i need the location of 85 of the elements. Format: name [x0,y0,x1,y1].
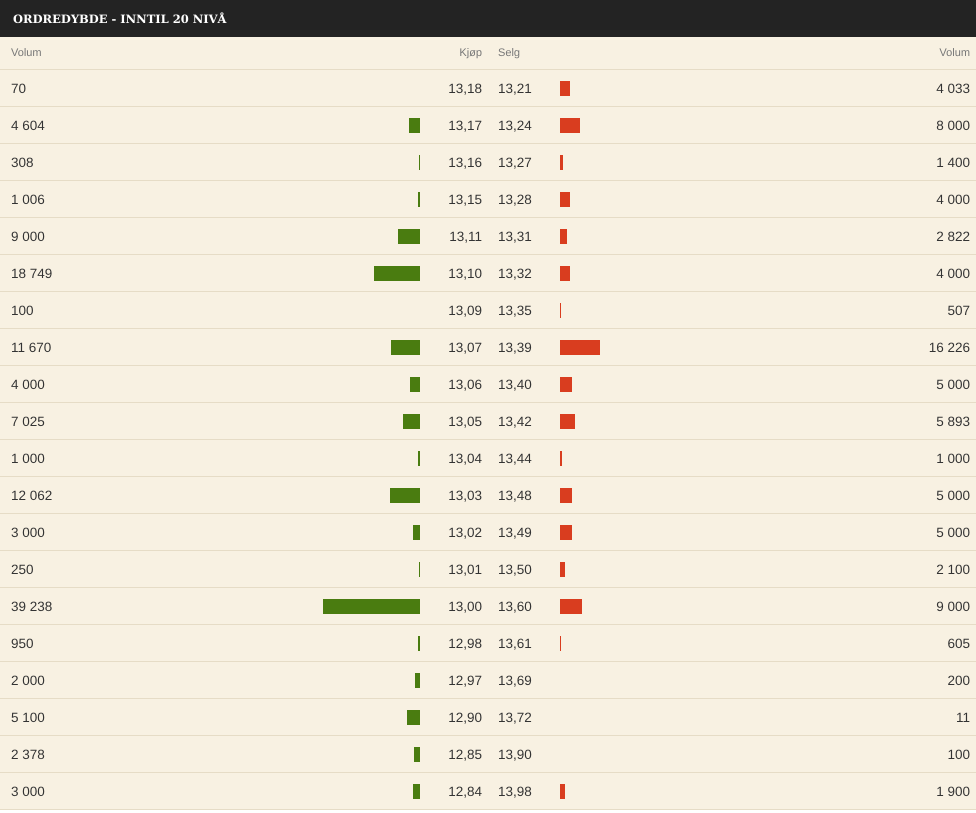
table-cell-text: 13,05 [447,414,482,428]
table-cell-text: 13,69 [498,672,533,688]
table-cell-text: 5 000 [935,376,970,392]
table-cell-text: 1 006 [11,192,46,206]
table-cell-text: 13,27 [498,154,533,170]
panel-title: ORDREDYBDE - INNTIL 20 NIVÅ [0,0,976,37]
table-cell-text: 13,32 [498,266,533,280]
table-cell-text: 13,50 [498,562,533,576]
table-cell-text: 9 000 [935,598,970,614]
table-cell-text: 13,44 [498,450,533,466]
table-cell-text: 13,07 [447,340,482,354]
table-cell-text: 1 000 [935,450,970,466]
table-cell-text: 2 822 [935,228,970,244]
table-cell-text: 13,06 [447,376,482,392]
table-cell-text: 13,31 [498,228,533,244]
table-cell-text: 8 000 [935,118,970,132]
column-header: Volum [11,47,43,59]
table-cell-text: 5 893 [935,414,970,428]
table-cell-text: 11 670 [11,340,52,354]
table-cell-text: 507 [946,302,970,318]
table-cell-text: 13,61 [498,636,533,650]
table-cell-text: 1 400 [935,154,970,170]
table-cell-text: 100 [946,746,970,762]
table-cell-text: 13,40 [498,376,533,392]
table-cell-text: 13,39 [498,340,533,354]
table-cell-text: 13,02 [447,524,482,540]
table-cell-text: 16 226 [928,340,970,354]
table-cell-text: 1 000 [11,450,46,466]
table-cell-text: 605 [946,636,970,650]
table-cell-text: 9 000 [11,228,46,244]
table-cell-text: 250 [11,562,35,576]
table-cell-text: 13,72 [498,710,533,724]
table-cell-text: 3 000 [11,524,46,540]
table-cell-text: 13,11 [448,228,482,244]
table-cell-text: 13,98 [498,784,533,798]
table-cell-text: 2 378 [11,746,46,762]
table-cell-text: 13,04 [447,450,482,466]
table-cell-text: 308 [11,154,35,170]
column-header: Selg [498,47,522,59]
table-cell-text: 39 238 [11,598,54,614]
table-cell-text: 13,21 [498,80,533,96]
table-cell-text: 13,01 [447,562,482,576]
table-cell-text: 13,24 [498,118,533,132]
table-cell-text: 950 [11,636,35,650]
table-cell-text: 200 [946,672,970,688]
table-cell-text: 3 000 [11,784,46,798]
table-cell-text: 1 900 [935,784,970,798]
table-cell-text: 4 000 [935,266,970,280]
table-cell-text: 12 062 [11,488,54,502]
table-cell-text: 4 604 [11,118,46,132]
table-cell-text: 13,09 [447,302,482,318]
table-cell-text: 5 000 [935,524,970,540]
table-cell-text: 12,98 [447,636,482,650]
column-header: Volum [938,47,970,59]
table-cell-text: 11 [954,710,970,724]
column-header: Kjøp [458,47,482,59]
table-cell-text: 13,35 [498,302,533,318]
table-cell-text: 13,15 [447,192,482,206]
table-cell-text: 13,60 [498,598,533,614]
table-cell-text: 4 033 [935,80,970,96]
table-cell-text: 12,90 [447,710,482,724]
table-cell-text: 13,18 [447,80,482,96]
table-cell-text: 5 100 [11,710,46,724]
table-cell-text: 12,97 [447,672,482,688]
table-cell-text: 13,49 [498,524,533,540]
table-cell-text: 2 100 [935,562,970,576]
table-cell-text: 4 000 [11,376,46,392]
table-cell-text: 7 025 [11,414,46,428]
table-cell-text: 4 000 [935,192,970,206]
table-cell-text: 13,42 [498,414,533,428]
table-cell-text: 13,00 [447,598,482,614]
table-cell-text: 13,10 [447,266,482,280]
table-cell-text: 5 000 [935,488,970,502]
table-cell-text: 12,84 [447,784,482,798]
table-cell-text: 13,48 [498,488,533,502]
table-cell-text: 13,03 [447,488,482,502]
table-cell-text: 100 [11,302,35,318]
table-cell-text: 13,17 [447,118,482,132]
table-cell-text: 18 749 [11,266,54,280]
table-cell-text: 12,85 [447,746,482,762]
table-cell-text: 13,16 [447,154,482,170]
table-cell-text: 2 000 [11,672,46,688]
table-cell-text: 13,90 [498,746,533,762]
table-cell-text: 13,28 [498,192,533,206]
table-cell-text: 70 [11,80,28,96]
